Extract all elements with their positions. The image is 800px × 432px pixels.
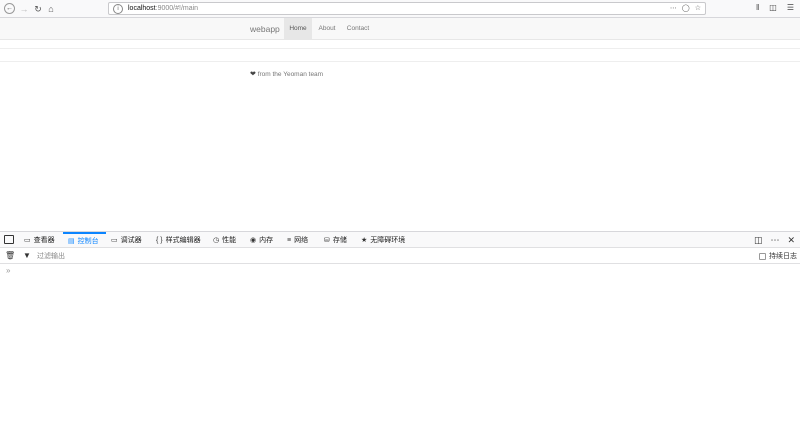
divider bbox=[0, 61, 800, 62]
pocket-icon[interactable]: ◯ bbox=[682, 4, 690, 12]
home-icon[interactable]: ⌂ bbox=[45, 3, 57, 15]
dock-toggle-icon[interactable]: ◫ bbox=[754, 235, 763, 246]
network-icon: ≡ bbox=[287, 236, 292, 244]
forward-icon[interactable]: → bbox=[18, 3, 30, 15]
tab-label: 调试器 bbox=[120, 237, 142, 244]
bookmark-star-icon[interactable]: ☆ bbox=[695, 4, 701, 12]
tab-label: 性能 bbox=[222, 237, 237, 244]
tab-style-editor[interactable]: { } 样式编辑器 bbox=[156, 232, 201, 248]
footer: ❤ from the Yeoman team bbox=[250, 70, 323, 78]
tab-label: 样式编辑器 bbox=[165, 237, 201, 244]
accessibility-icon: ★ bbox=[361, 237, 368, 244]
console-prompt-icon[interactable]: » bbox=[6, 266, 10, 275]
nav-home[interactable]: Home bbox=[284, 18, 312, 39]
tab-label: 存储 bbox=[332, 237, 347, 244]
filter-input[interactable]: 过滤输出 bbox=[37, 251, 65, 261]
sidebar-icon[interactable]: ◫ bbox=[769, 3, 777, 12]
console-filterbar: 🗑 ▼ 过滤输出 持续日志 bbox=[0, 248, 800, 264]
tab-accessibility[interactable]: ★ 无障碍环境 bbox=[361, 232, 405, 248]
heart-icon: ❤ bbox=[250, 71, 256, 78]
url-bar[interactable]: i localhost:9000/#!/main ⋯ ◯ ☆ bbox=[108, 2, 706, 15]
tab-storage[interactable]: ⛁ 存储 bbox=[324, 232, 347, 248]
tab-inspector[interactable]: ▭ 查看器 bbox=[24, 232, 55, 248]
debugger-icon: ▭ bbox=[111, 237, 118, 244]
tab-debugger[interactable]: ▭ 调试器 bbox=[111, 232, 142, 248]
library-icon[interactable]: ‖ bbox=[756, 3, 759, 12]
tab-memory[interactable]: ◉ 内存 bbox=[250, 232, 273, 248]
more-options-icon[interactable]: ⋯ bbox=[770, 235, 779, 246]
nav-about[interactable]: About bbox=[314, 18, 340, 39]
tab-performance[interactable]: ◷ 性能 bbox=[213, 232, 236, 248]
tab-label: 查看器 bbox=[33, 237, 55, 244]
reload-icon[interactable]: ↻ bbox=[32, 3, 44, 15]
persist-logs-label: 持续日志 bbox=[769, 253, 797, 260]
back-icon[interactable]: ← bbox=[4, 3, 15, 14]
page-actions-icon[interactable]: ⋯ bbox=[670, 4, 677, 12]
tab-console[interactable]: ▤ 控制台 bbox=[63, 232, 106, 248]
inspector-icon: ▭ bbox=[24, 237, 31, 244]
close-icon[interactable]: ✕ bbox=[787, 235, 795, 246]
tab-network[interactable]: ≡ 网络 bbox=[287, 232, 308, 248]
site-info-icon[interactable]: i bbox=[113, 3, 123, 14]
divider bbox=[0, 48, 800, 49]
persist-logs-toggle[interactable]: 持续日志 bbox=[759, 251, 797, 261]
performance-icon: ◷ bbox=[213, 237, 220, 244]
navbar-brand[interactable]: webapp bbox=[250, 24, 280, 34]
tab-label: 网络 bbox=[294, 237, 309, 244]
persist-logs-checkbox[interactable] bbox=[759, 252, 766, 260]
devtools-tabbar: ▭ 查看器 ▤ 控制台 ▭ 调试器 { } 样式编辑器 ◷ 性能 ◉ 内存 ≡ … bbox=[0, 231, 800, 248]
braces-icon: { } bbox=[156, 236, 163, 244]
footer-text: from the Yeoman team bbox=[257, 71, 324, 78]
nav-contact[interactable]: Contact bbox=[342, 18, 374, 39]
trash-icon[interactable]: 🗑 bbox=[5, 251, 15, 260]
tab-label: 控制台 bbox=[77, 238, 99, 245]
tab-label: 内存 bbox=[259, 237, 274, 244]
console-icon: ▤ bbox=[68, 238, 75, 245]
url-text[interactable]: localhost:9000/#!/main bbox=[128, 5, 198, 12]
storage-icon: ⛁ bbox=[324, 237, 330, 244]
url-path: :9000/#!/main bbox=[155, 5, 199, 12]
element-picker-icon[interactable] bbox=[4, 235, 14, 244]
tab-label: 无障碍环境 bbox=[370, 237, 406, 244]
url-host: localhost bbox=[128, 5, 156, 12]
menu-icon[interactable]: ☰ bbox=[787, 3, 794, 12]
page-navbar: webapp Home About Contact bbox=[0, 18, 800, 40]
browser-toolbar: ← → ↻ ⌂ i localhost:9000/#!/main ⋯ ◯ ☆ ‖… bbox=[0, 0, 800, 18]
filter-icon[interactable]: ▼ bbox=[23, 251, 31, 260]
memory-icon: ◉ bbox=[250, 237, 257, 244]
